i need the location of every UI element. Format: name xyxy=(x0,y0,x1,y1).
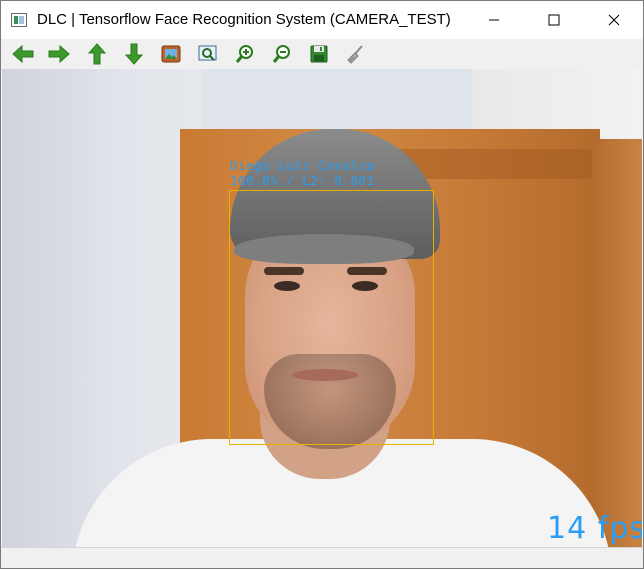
zoom-in-icon xyxy=(235,44,255,64)
arrow-up-icon xyxy=(88,43,106,65)
app-window: DLC | Tensorflow Face Recognition System… xyxy=(0,0,644,569)
zoom-out-icon xyxy=(272,44,292,64)
minimize-icon xyxy=(488,14,500,26)
next-button[interactable] xyxy=(47,42,71,66)
detection-score: 100.0% / L2: 0.881 xyxy=(230,173,375,188)
close-button[interactable] xyxy=(591,1,637,39)
previous-button[interactable] xyxy=(11,42,35,66)
toolbar xyxy=(1,39,643,69)
close-icon xyxy=(608,14,620,26)
image-button[interactable] xyxy=(159,42,183,66)
background-door xyxy=(592,139,642,547)
maximize-icon xyxy=(548,14,560,26)
arrow-down-icon xyxy=(125,43,143,65)
status-bar xyxy=(1,547,643,568)
title-bar[interactable]: DLC | Tensorflow Face Recognition System… xyxy=(1,1,643,39)
broom-icon xyxy=(345,44,365,64)
zoom-out-button[interactable] xyxy=(270,42,294,66)
maximize-button[interactable] xyxy=(531,1,577,39)
up-button[interactable] xyxy=(85,42,109,66)
arrow-right-icon xyxy=(48,45,70,63)
fps-counter: 14 fps xyxy=(547,511,642,546)
save-button[interactable] xyxy=(307,42,331,66)
face-detection-box xyxy=(229,190,434,445)
arrow-left-icon xyxy=(12,45,34,63)
save-icon xyxy=(310,45,328,63)
camera-view: Diego Luiz Cavalca 100.0% / L2: 0.881 14… xyxy=(2,69,642,547)
minimize-button[interactable] xyxy=(471,1,517,39)
image-icon xyxy=(161,45,181,63)
zoom-region-button[interactable] xyxy=(196,42,220,66)
zoom-in-button[interactable] xyxy=(233,42,257,66)
window-title: DLC | Tensorflow Face Recognition System… xyxy=(37,11,451,28)
detected-name: Diego Luiz Cavalca xyxy=(230,158,375,173)
window-app-icon[interactable] xyxy=(11,13,27,27)
down-button[interactable] xyxy=(122,42,146,66)
zoom-region-icon xyxy=(198,45,218,63)
clear-button[interactable] xyxy=(343,42,367,66)
